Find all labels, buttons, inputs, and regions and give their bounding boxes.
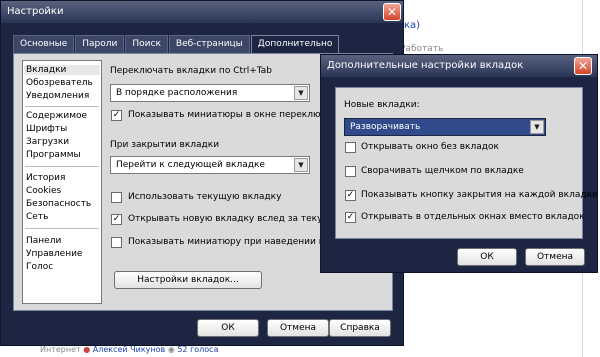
background-user-link[interactable]: Алексей Чикунов [93, 345, 166, 354]
settings-title: Настройки [7, 6, 64, 17]
dialog-title: Дополнительные настройки вкладок [327, 60, 524, 71]
tab-webpages[interactable]: Веб-страницы [168, 35, 250, 53]
settings-tabs: Основные Пароли Поиск Веб-страницы Допол… [13, 35, 340, 54]
on-close-label: При закрытии вкладки [110, 140, 220, 150]
vote-icon: ◉ [167, 345, 175, 354]
close-icon[interactable]: ✕ [383, 3, 401, 21]
background-link-row[interactable]: Работать [400, 44, 443, 54]
background-bottom-prefix: Интернет [40, 345, 81, 354]
sidebar-item-tabs[interactable]: Вкладки [24, 65, 100, 75]
show-thumbnails-checkbox[interactable]: ✓ [111, 110, 122, 121]
sidebar-item-fonts[interactable]: Шрифты [26, 124, 67, 134]
sidebar-item-browser[interactable]: Обозреватель [26, 78, 93, 88]
sidebar-divider [25, 228, 99, 229]
sidebar-item-content[interactable]: Содержимое [26, 111, 87, 121]
sidebar-item-downloads[interactable]: Загрузки [26, 137, 69, 147]
sidebar-item-voice[interactable]: Голос [26, 262, 53, 272]
show-close-button-label: Показывать кнопку закрытия на каждой вкл… [361, 190, 598, 200]
show-close-button-checkbox[interactable]: ✓ [345, 190, 356, 201]
chevron-down-icon[interactable]: ▼ [294, 86, 308, 100]
dialog-cancel-button[interactable]: Отмена [525, 248, 585, 266]
user-icon: ● [83, 345, 91, 354]
settings-footer: ОК Отмена Справка [13, 311, 393, 345]
hover-thumbnail-checkbox[interactable] [111, 237, 122, 248]
sidebar-item-programs[interactable]: Программы [26, 150, 81, 160]
chevron-down-icon[interactable]: ▼ [294, 158, 308, 172]
sidebar-item-cookies[interactable]: Cookies [26, 186, 61, 196]
no-tabs-window-checkbox[interactable] [345, 142, 356, 153]
open-next-label: Открывать новую вкладку вслед за текущей [128, 214, 343, 224]
new-tabs-label: Новые вкладки: [344, 100, 420, 110]
show-thumbnails-label: Показывать миниатюры в окне переключения [128, 110, 349, 120]
close-icon[interactable]: ✕ [574, 57, 592, 75]
background-text: Работать [400, 44, 444, 54]
sidebar-item-security[interactable]: Безопасность [26, 199, 91, 209]
advanced-sidebar: Вкладки Обозреватель Уведомления Содержи… [22, 60, 102, 304]
collapse-click-checkbox[interactable] [345, 166, 356, 177]
tab-passwords[interactable]: Пароли [75, 35, 125, 53]
dialog-ok-button[interactable]: ОК [457, 248, 517, 266]
background-bottom-bar: Интернет ● Алексей Чикунов ◉ 52 голоса [40, 345, 218, 354]
sidebar-item-control[interactable]: Управление [26, 249, 82, 259]
tab-settings-dialog: Дополнительные настройки вкладок ✕ Новые… [320, 54, 598, 273]
tab-advanced[interactable]: Дополнительно [250, 35, 340, 54]
ok-button[interactable]: ОК [197, 319, 259, 337]
sidebar-item-toolbars[interactable]: Панели [26, 236, 61, 246]
new-tabs-select[interactable]: Разворачивать ▼ [344, 118, 546, 136]
background-votes-link[interactable]: 52 голоса [177, 345, 218, 354]
background-link[interactable]: ка) [404, 20, 420, 31]
new-tabs-value: Разворачивать [350, 122, 421, 132]
cancel-button[interactable]: Отмена [267, 319, 329, 337]
help-button[interactable]: Справка [329, 319, 391, 337]
collapse-click-label: Сворачивать щелчком по вкладке [361, 166, 524, 176]
on-close-value: Перейти к следующей вкладке [116, 160, 265, 170]
switch-tabs-label: Переключать вкладки по Ctrl+Tab [110, 66, 272, 76]
sidebar-item-history[interactable]: История [26, 173, 65, 183]
separate-windows-checkbox[interactable]: ✓ [345, 212, 356, 223]
sidebar-divider [25, 166, 99, 167]
dialog-panel: Новые вкладки: Разворачивать ▼ Открывать… [335, 87, 598, 239]
tab-search[interactable]: Поиск [125, 35, 168, 53]
switch-tabs-select[interactable]: В порядке расположения ▼ [110, 84, 310, 102]
sidebar-item-network[interactable]: Сеть [26, 212, 48, 222]
no-tabs-window-label: Открывать окно без вкладок [361, 142, 499, 152]
open-next-checkbox[interactable]: ✓ [111, 214, 122, 225]
settings-titlebar[interactable]: Настройки ✕ [1, 1, 403, 23]
separate-windows-label: Открывать в отдельных окнах вместо вклад… [361, 212, 585, 222]
sidebar-item-notifications[interactable]: Уведомления [26, 91, 89, 101]
dialog-titlebar[interactable]: Дополнительные настройки вкладок ✕ [321, 55, 597, 77]
chevron-down-icon[interactable]: ▼ [530, 120, 544, 134]
tab-basic[interactable]: Основные [13, 35, 75, 53]
switch-tabs-value: В порядке расположения [116, 88, 238, 98]
use-current-tab-label: Использовать текущую вкладку [128, 192, 282, 202]
on-close-select[interactable]: Перейти к следующей вкладке ▼ [110, 156, 310, 174]
hover-thumbnail-label: Показывать миниатюру при наведении на вк… [128, 237, 322, 247]
use-current-tab-checkbox[interactable] [111, 192, 122, 203]
tab-settings-button[interactable]: Настройки вкладок... [114, 271, 262, 289]
sidebar-divider [25, 106, 99, 107]
